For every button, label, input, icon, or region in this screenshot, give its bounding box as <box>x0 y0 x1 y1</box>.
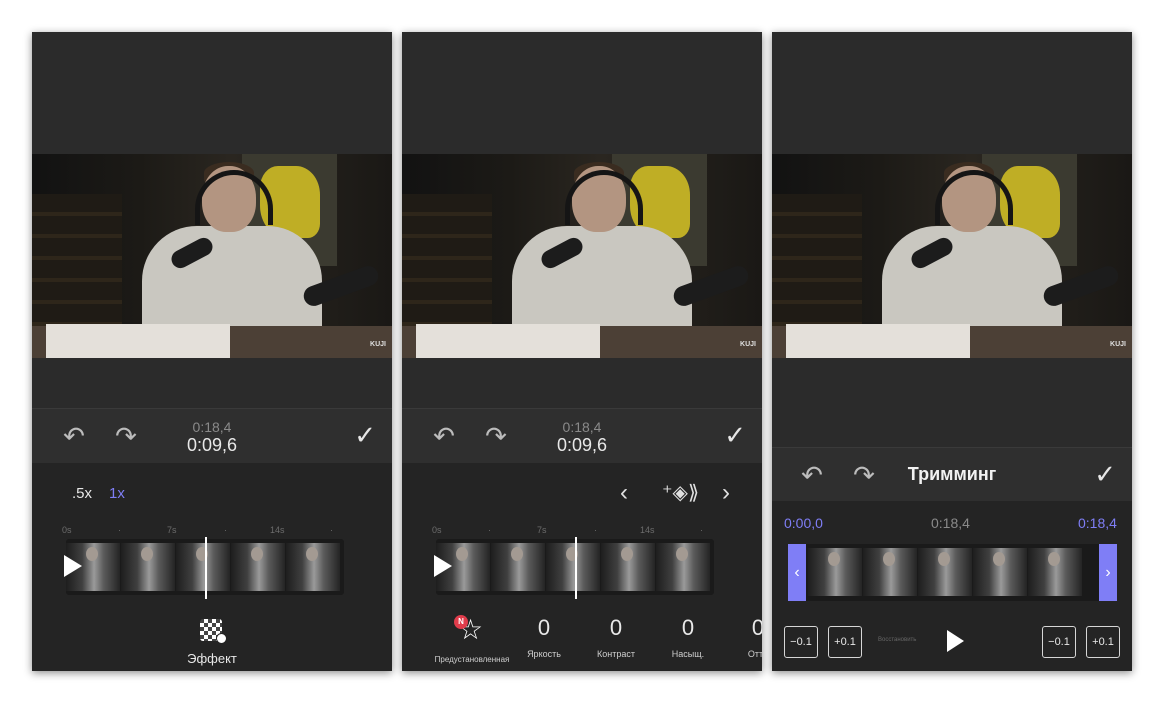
adjust-value: 0 <box>609 615 623 640</box>
adjust-label: Контраст <box>597 649 635 659</box>
adjust-tint[interactable]: 0 Отте <box>718 615 762 659</box>
preset-label[interactable]: Предустановленная <box>432 655 512 664</box>
video-preview: KUJI <box>772 154 1132 358</box>
start-minus-button[interactable]: −0.1 <box>784 626 818 658</box>
play-icon[interactable] <box>947 630 964 652</box>
panel-trim: KUJI ↶ ↷ Тримминг ✓ 0:00,0 0:18,4 0:18,4… <box>772 32 1132 671</box>
adjust-tool-area: ‹ ⁺◈⟫ › 0s · 7s · 14s · ☆ N Предустановл… <box>402 463 762 671</box>
adjust-value: 0 <box>751 615 762 640</box>
confirm-check-icon[interactable]: ✓ <box>1094 460 1116 488</box>
playhead[interactable] <box>575 537 577 599</box>
video-preview: KUJI <box>402 154 762 358</box>
trim-end-time: 0:18,4 <box>1078 515 1117 531</box>
adjust-label: Насыщ. <box>671 649 705 659</box>
adjust-label: Яркость <box>527 649 561 659</box>
tick-label: 0s <box>62 525 72 535</box>
video-watermark: KUJI <box>1110 341 1126 348</box>
add-keyframe-icon[interactable]: ⁺◈⟫ <box>662 481 699 505</box>
speed-option-normal[interactable]: 1x <box>109 485 125 502</box>
timeline-ticks: 0s · 7s · 14s · <box>432 525 722 537</box>
timeline-ticks: 0s · 7s · 14s · <box>62 525 352 537</box>
tick-label: · <box>224 525 227 535</box>
current-time: 0:09,6 <box>556 435 608 455</box>
speed-option-half[interactable]: .5x <box>72 485 92 502</box>
trim-timeline[interactable] <box>788 544 1117 601</box>
play-icon[interactable] <box>64 555 82 577</box>
adjust-value: 0 <box>681 615 695 640</box>
end-minus-button[interactable]: −0.1 <box>1042 626 1076 658</box>
total-duration: 0:18,4 <box>562 419 602 435</box>
trim-tool-area: 0:00,0 0:18,4 0:18,4 ‹ › −0.1 +0.1 Восст… <box>772 501 1132 671</box>
tick-label: · <box>488 525 491 535</box>
effect-tool-area: .5x 1x 0s · 7s · 14s · Эффект <box>32 463 392 671</box>
tick-label: · <box>594 525 597 535</box>
trim-end-handle[interactable]: › <box>1099 544 1117 601</box>
video-watermark: KUJI <box>370 341 386 348</box>
confirm-check-icon[interactable]: ✓ <box>724 421 746 449</box>
tick-label: 14s <box>640 525 655 535</box>
add-badge-icon <box>216 633 227 644</box>
adjust-label: Отте <box>747 649 762 659</box>
trim-header: ↶ ↷ Тримминг ✓ <box>772 447 1132 502</box>
adjust-brightness[interactable]: 0 Яркость <box>504 615 584 659</box>
video-watermark: KUJI <box>740 341 756 348</box>
edit-controls-bar: ↶ ↷ 0:18,4 0:09,6 ✓ <box>402 408 762 464</box>
tick-label: 7s <box>537 525 547 535</box>
next-keyframe-icon[interactable]: › <box>722 481 730 505</box>
adjust-value: 0 <box>537 615 551 640</box>
trim-start-time: 0:00,0 <box>784 515 823 531</box>
effect-label[interactable]: Эффект <box>32 651 392 666</box>
restore-label[interactable]: Восстановить <box>878 637 916 643</box>
panel-adjust: KUJI ↶ ↷ 0:18,4 0:09,6 ✓ ‹ ⁺◈⟫ › 0s · 7s… <box>402 32 762 671</box>
trim-start-handle[interactable]: ‹ <box>788 544 806 601</box>
tick-label: 14s <box>270 525 285 535</box>
edit-controls-bar: ↶ ↷ 0:18,4 0:09,6 ✓ <box>32 408 392 464</box>
new-badge: N <box>454 615 468 629</box>
confirm-check-icon[interactable]: ✓ <box>354 421 376 449</box>
end-plus-button[interactable]: +0.1 <box>1086 626 1120 658</box>
panel-effect: KUJI ↶ ↷ 0:18,4 0:09,6 ✓ .5x 1x 0s · 7s … <box>32 32 392 671</box>
tick-label: · <box>118 525 121 535</box>
tick-label: · <box>330 525 333 535</box>
trim-title: Тримминг <box>907 464 997 484</box>
trim-total-time: 0:18,4 <box>931 515 970 531</box>
play-icon[interactable] <box>434 555 452 577</box>
playhead[interactable] <box>205 537 207 599</box>
tick-label: 0s <box>432 525 442 535</box>
adjust-saturation[interactable]: 0 Насыщ. <box>648 615 728 659</box>
tick-label: 7s <box>167 525 177 535</box>
video-preview: KUJI <box>32 154 392 358</box>
adjust-contrast[interactable]: 0 Контраст <box>576 615 656 659</box>
current-time: 0:09,6 <box>186 435 238 455</box>
start-plus-button[interactable]: +0.1 <box>828 626 862 658</box>
total-duration: 0:18,4 <box>192 419 232 435</box>
tick-label: · <box>700 525 703 535</box>
prev-keyframe-icon[interactable]: ‹ <box>620 481 628 505</box>
